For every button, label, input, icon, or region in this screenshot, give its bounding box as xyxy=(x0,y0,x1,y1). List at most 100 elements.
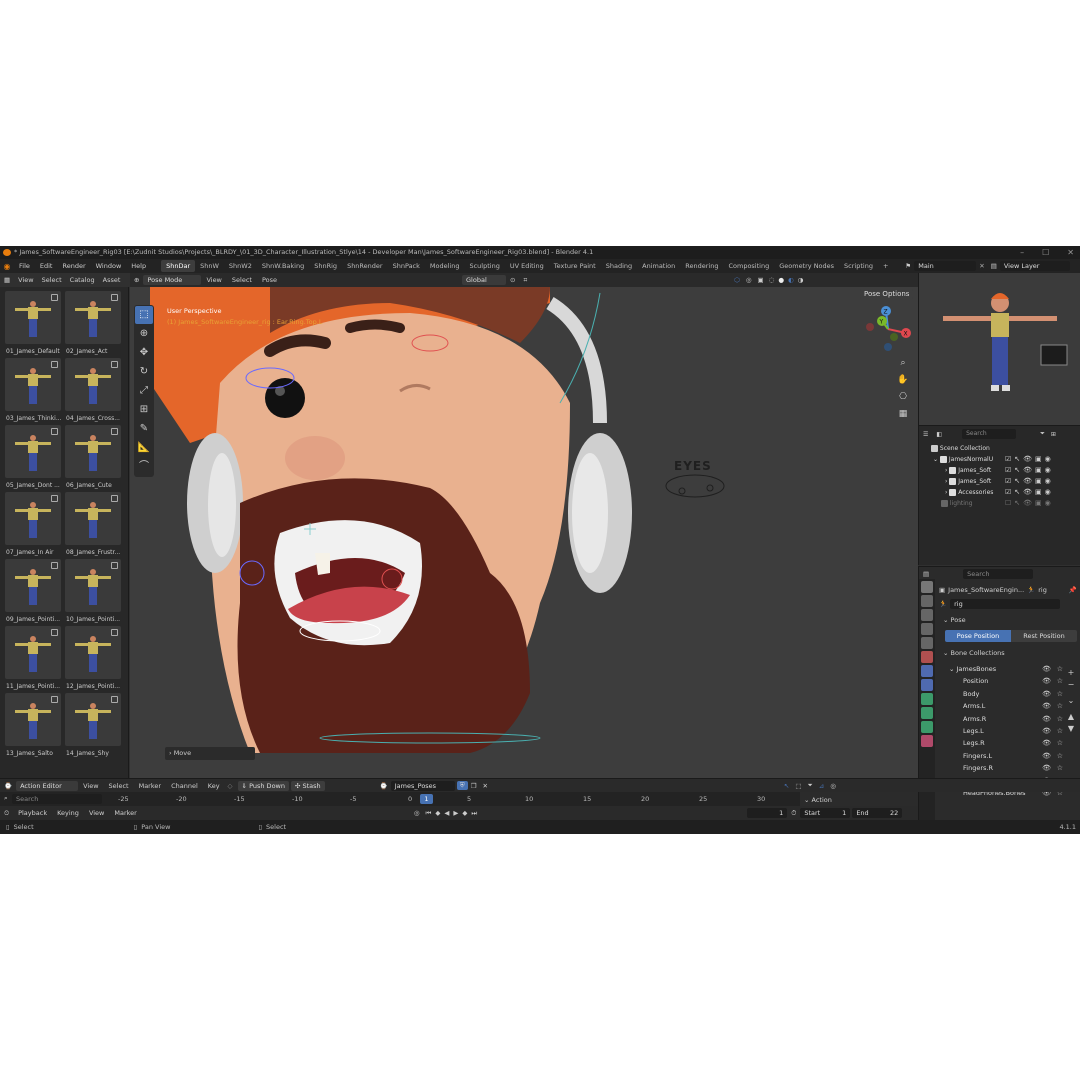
blender-menu-icon[interactable]: ◉ xyxy=(0,262,14,271)
add-icon[interactable]: + xyxy=(1065,667,1077,679)
timeline-ruler[interactable]: ⌕ Search -25 -20 -15 -10 -5 0 5 10 15 20 25 30 1 xyxy=(0,792,800,806)
asset-thumbnail[interactable] xyxy=(5,425,61,478)
workspace-tab[interactable]: Geometry Nodes xyxy=(774,260,839,272)
asset-menu-catalog[interactable]: Catalog xyxy=(66,276,99,284)
display-mode-icon[interactable]: ◧ xyxy=(932,431,946,438)
shading-material-icon[interactable]: ◐ xyxy=(786,276,796,284)
xray-icon[interactable]: ▣ xyxy=(755,276,767,284)
shading-solid-icon[interactable]: ● xyxy=(776,276,786,284)
move-icon[interactable]: ✥ xyxy=(135,344,153,362)
measure-icon[interactable]: 📐 xyxy=(135,439,153,457)
pose-options-button[interactable]: Pose Options xyxy=(860,289,914,299)
dopesheet-mode-selector[interactable]: Action Editor xyxy=(16,780,79,791)
edit-icon[interactable] xyxy=(111,696,118,703)
bone-collection-row[interactable]: Arms.L 👁 ☆ xyxy=(963,700,1063,712)
star-icon[interactable]: ☆ xyxy=(1057,750,1063,762)
shading-rendered-icon[interactable]: ◑ xyxy=(796,276,806,284)
camera-view-icon[interactable]: ⎔ xyxy=(896,389,910,406)
visibility-toggles[interactable]: ☑↖👁▣◉ xyxy=(1005,476,1079,487)
data-block-field[interactable]: rig xyxy=(950,598,1061,609)
world-tab-icon[interactable] xyxy=(921,651,933,663)
action-menu-marker[interactable]: Marker xyxy=(134,782,166,790)
edit-icon[interactable] xyxy=(111,629,118,636)
star-icon[interactable]: ☆ xyxy=(1057,725,1063,737)
next-keyframe-icon[interactable]: ◆ xyxy=(460,809,469,817)
pivot-icon[interactable]: ⊙ xyxy=(506,276,519,284)
bone-collection-row[interactable]: ⌄ JamesBones 👁 ☆ xyxy=(949,663,1063,675)
eye-icon[interactable]: 👁 xyxy=(1042,750,1051,762)
chevron-down-icon[interactable]: ⌄ xyxy=(1065,695,1077,707)
workspace-tab[interactable]: ShnRig xyxy=(309,260,342,272)
auto-snap-icon[interactable]: ⊿ xyxy=(816,782,827,790)
rest-position-button[interactable]: Rest Position xyxy=(1011,630,1077,642)
add-workspace-button[interactable]: + xyxy=(878,260,893,272)
asset-thumbnail[interactable] xyxy=(5,492,61,545)
gizmo-icon[interactable]: ⬡ xyxy=(731,276,743,284)
workspace-tab[interactable]: Shading xyxy=(601,260,637,272)
chevron-down-icon[interactable]: ⌄ xyxy=(804,796,809,804)
scene-tab-icon[interactable] xyxy=(921,637,933,649)
close-icon[interactable]: ✕ xyxy=(976,262,987,270)
asset-thumbnail[interactable] xyxy=(65,291,121,344)
action-menu-channel[interactable]: Channel xyxy=(166,782,203,790)
new-action-icon[interactable]: ❐ xyxy=(468,782,480,790)
edit-icon[interactable] xyxy=(51,562,58,569)
camera-preview[interactable] xyxy=(918,273,1080,425)
eye-icon[interactable]: 👁 xyxy=(1042,725,1051,737)
edit-icon[interactable] xyxy=(51,495,58,502)
scale-icon[interactable]: ⤢ xyxy=(135,382,153,400)
eye-icon[interactable]: 👁 xyxy=(1042,713,1051,725)
move-up-icon[interactable]: ▲ xyxy=(1065,711,1077,723)
filter-icon[interactable]: ⏷ xyxy=(805,781,816,790)
proportional-icon[interactable]: ◎ xyxy=(827,782,839,790)
chevron-right-icon[interactable]: › xyxy=(945,467,947,474)
fake-user-icon[interactable]: ⛨ xyxy=(456,781,468,790)
asset-thumbnail[interactable] xyxy=(5,626,61,679)
scene-selector[interactable]: Main xyxy=(914,261,977,271)
workspace-tab[interactable]: ShnPack xyxy=(388,260,425,272)
asset-thumbnail[interactable] xyxy=(65,425,121,478)
menu-marker[interactable]: Marker xyxy=(109,809,141,817)
edit-icon[interactable] xyxy=(111,562,118,569)
workspace-tab[interactable]: ShnW.Baking xyxy=(257,260,309,272)
start-frame-field[interactable]: Start 1 xyxy=(800,808,851,818)
pin-icon[interactable]: 📌 xyxy=(1069,586,1077,594)
render-tab-icon[interactable] xyxy=(921,595,933,607)
transform-orientation[interactable]: Global xyxy=(462,275,507,285)
pose-panel-header[interactable]: ⌄ Pose xyxy=(943,616,966,624)
bone-collections-panel-header[interactable]: ⌄ Bone Collections xyxy=(943,649,1005,657)
jump-end-icon[interactable]: ⏭ xyxy=(469,809,479,818)
star-icon[interactable]: ☆ xyxy=(1057,675,1063,687)
asset-thumbnail[interactable] xyxy=(65,358,121,411)
chevron-down-icon[interactable]: ⌄ xyxy=(949,665,957,673)
asset-thumbnail[interactable] xyxy=(5,358,61,411)
bone-collection-row[interactable]: Legs.L 👁 ☆ xyxy=(963,725,1063,737)
3d-viewport[interactable]: EYES ⊕ Pose Mode View Select Pose Global… xyxy=(130,273,918,778)
workspace-tab[interactable]: Sculpting xyxy=(464,260,504,272)
viewport-menu-select[interactable]: Select xyxy=(227,276,257,284)
action-menu-select[interactable]: Select xyxy=(104,782,134,790)
bone-collection-row[interactable]: Fingers.L 👁 ☆ xyxy=(963,750,1063,762)
visibility-toggles[interactable]: ☑↖👁▣◉ xyxy=(1005,465,1079,476)
edit-icon[interactable] xyxy=(51,629,58,636)
maximize-icon[interactable]: ☐ xyxy=(1042,246,1049,259)
timeline-editor-icon[interactable]: ⏲ xyxy=(0,809,13,818)
rotate-icon[interactable]: ↻ xyxy=(135,363,153,381)
chevron-right-icon[interactable]: › xyxy=(945,489,947,496)
edit-icon[interactable] xyxy=(111,428,118,435)
bone-collection-row[interactable]: Legs.R 👁 ☆ xyxy=(963,737,1063,749)
edit-icon[interactable] xyxy=(111,495,118,502)
eye-icon[interactable]: 👁 xyxy=(1042,737,1051,749)
action-menu-view[interactable]: View xyxy=(78,782,103,790)
properties-search-input[interactable]: Search xyxy=(963,569,1034,579)
visibility-toggles[interactable]: ☑↖👁▣◉ xyxy=(1005,454,1079,465)
workspace-tab[interactable]: Animation xyxy=(637,260,680,272)
bone-curve-icon[interactable]: ⌒ xyxy=(135,458,153,476)
menu-edit[interactable]: Edit xyxy=(35,262,58,270)
asset-thumbnail[interactable] xyxy=(65,693,121,746)
editor-type-icon[interactable]: ▦ xyxy=(0,276,14,284)
eye-icon[interactable]: 👁 xyxy=(1042,688,1051,700)
mode-selector[interactable]: Pose Mode xyxy=(143,275,202,285)
eye-icon[interactable]: 👁 xyxy=(1042,675,1051,687)
menu-playback[interactable]: Playback xyxy=(13,809,52,817)
